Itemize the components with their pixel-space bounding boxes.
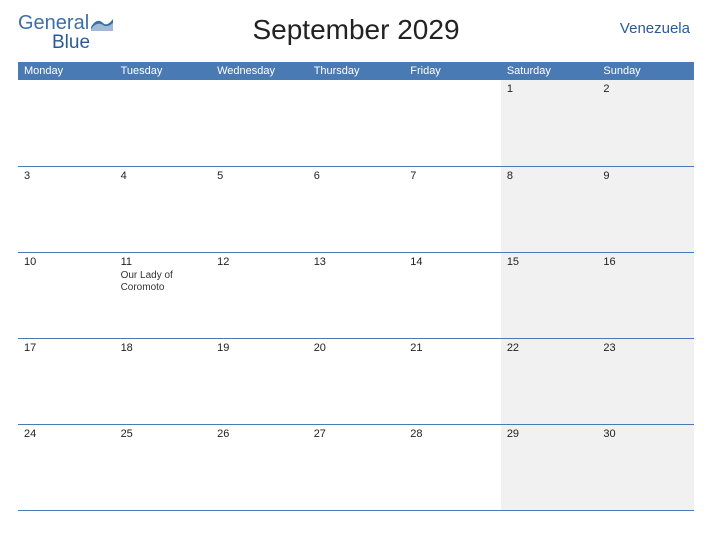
- calendar-day-cell: 30: [597, 424, 694, 510]
- weekday-header-row: Monday Tuesday Wednesday Thursday Friday…: [18, 62, 694, 80]
- calendar-week-row: 12: [18, 80, 694, 166]
- day-number: 28: [410, 428, 495, 440]
- calendar-day-cell: 26: [211, 424, 308, 510]
- day-event: Our Lady of Coromoto: [121, 270, 191, 294]
- day-number: 9: [603, 170, 688, 182]
- day-number: 16: [603, 256, 688, 268]
- day-number: 15: [507, 256, 592, 268]
- day-number: 20: [314, 342, 399, 354]
- day-number: 17: [24, 342, 109, 354]
- weekday-header: Saturday: [501, 62, 598, 80]
- calendar-week-row: 10 11 Our Lady of Coromoto 12 13 14 15 16: [18, 252, 694, 338]
- weekday-header: Friday: [404, 62, 501, 80]
- day-number: 3: [24, 170, 109, 182]
- calendar-day-cell: 11 Our Lady of Coromoto: [115, 252, 212, 338]
- day-number: 4: [121, 170, 206, 182]
- day-number: 29: [507, 428, 592, 440]
- calendar-day-cell: 18: [115, 338, 212, 424]
- day-number: 14: [410, 256, 495, 268]
- calendar-day-cell: 5: [211, 166, 308, 252]
- calendar-day-cell: 12: [211, 252, 308, 338]
- calendar-day-cell: 10: [18, 252, 115, 338]
- calendar-day-cell: 2: [597, 80, 694, 166]
- calendar-day-cell: 24: [18, 424, 115, 510]
- calendar-day-cell: 23: [597, 338, 694, 424]
- day-number: 22: [507, 342, 592, 354]
- day-number: 8: [507, 170, 592, 182]
- calendar-day-cell: 25: [115, 424, 212, 510]
- calendar-day-cell: 7: [404, 166, 501, 252]
- calendar-week-row: 17 18 19 20 21 22 23: [18, 338, 694, 424]
- day-number: 18: [121, 342, 206, 354]
- day-number: 19: [217, 342, 302, 354]
- country-label: Venezuela: [620, 20, 690, 37]
- day-number: 23: [603, 342, 688, 354]
- day-number: 12: [217, 256, 302, 268]
- calendar-day-cell: [211, 80, 308, 166]
- weekday-header: Wednesday: [211, 62, 308, 80]
- day-number: 26: [217, 428, 302, 440]
- calendar-day-cell: 27: [308, 424, 405, 510]
- calendar-day-cell: 8: [501, 166, 598, 252]
- calendar-day-cell: 3: [18, 166, 115, 252]
- weekday-header: Tuesday: [115, 62, 212, 80]
- weekday-header: Sunday: [597, 62, 694, 80]
- calendar-day-cell: 6: [308, 166, 405, 252]
- calendar-day-cell: 9: [597, 166, 694, 252]
- day-number: 10: [24, 256, 109, 268]
- logo-wave-icon: [91, 15, 113, 31]
- calendar-grid: Monday Tuesday Wednesday Thursday Friday…: [18, 62, 694, 511]
- calendar-week-row: 24 25 26 27 28 29 30: [18, 424, 694, 510]
- day-number: 5: [217, 170, 302, 182]
- day-number: 30: [603, 428, 688, 440]
- calendar-day-cell: 4: [115, 166, 212, 252]
- calendar-day-cell: 28: [404, 424, 501, 510]
- calendar-week-row: 3456789: [18, 166, 694, 252]
- calendar-day-cell: [404, 80, 501, 166]
- calendar-day-cell: 17: [18, 338, 115, 424]
- day-number: 25: [121, 428, 206, 440]
- calendar-day-cell: 21: [404, 338, 501, 424]
- day-number: 11: [121, 256, 206, 268]
- calendar-day-cell: 1: [501, 80, 598, 166]
- day-number: 1: [507, 83, 592, 95]
- calendar-day-cell: 20: [308, 338, 405, 424]
- brand-logo-line2: Blue: [52, 32, 90, 54]
- calendar-day-cell: 14: [404, 252, 501, 338]
- day-number: 6: [314, 170, 399, 182]
- calendar-header: General Blue September 2029 Venezuela: [18, 12, 694, 58]
- day-number: 7: [410, 170, 495, 182]
- day-number: 24: [24, 428, 109, 440]
- calendar-day-cell: 16: [597, 252, 694, 338]
- calendar-day-cell: [308, 80, 405, 166]
- calendar-title: September 2029: [252, 14, 459, 46]
- logo-text-blue: Blue: [52, 32, 90, 54]
- calendar-day-cell: 29: [501, 424, 598, 510]
- day-number: 27: [314, 428, 399, 440]
- weekday-header: Thursday: [308, 62, 405, 80]
- day-number: 13: [314, 256, 399, 268]
- calendar-day-cell: 22: [501, 338, 598, 424]
- calendar-day-cell: 19: [211, 338, 308, 424]
- calendar-day-cell: 15: [501, 252, 598, 338]
- day-number: 2: [603, 83, 688, 95]
- calendar-day-cell: [18, 80, 115, 166]
- weekday-header: Monday: [18, 62, 115, 80]
- day-number: 21: [410, 342, 495, 354]
- calendar-day-cell: 13: [308, 252, 405, 338]
- calendar-day-cell: [115, 80, 212, 166]
